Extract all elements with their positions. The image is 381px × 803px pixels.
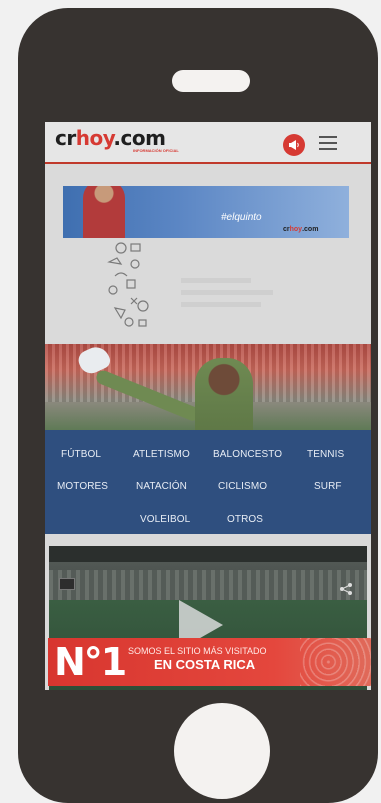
sports-nav: FÚTBOL ATLETISMO BALONCESTO TENNIS MOTOR… xyxy=(45,430,371,534)
ad-hashtag: #elquinto xyxy=(221,212,262,223)
stadium-roof xyxy=(49,546,367,562)
ad-brand-com: .com xyxy=(302,226,319,233)
ad-brand-cr: cr xyxy=(283,226,290,233)
ad-placeholder-line xyxy=(181,290,273,295)
ad-tagline: SOMOS EL SITIO MÁS VISITADO xyxy=(128,646,267,656)
sport-link-otros[interactable]: OTROS xyxy=(227,514,263,526)
sport-link-surf[interactable]: SURF xyxy=(314,481,342,493)
site-header: crhoy.com INFORMACIÓN OFICIAL xyxy=(45,122,371,164)
advertisement-area: #elquinto crhoy.com xyxy=(45,166,371,342)
ad-banner[interactable]: #elquinto crhoy.com xyxy=(63,186,349,238)
ad-brand-hoy: hoy xyxy=(289,226,303,233)
hero-player xyxy=(195,358,253,430)
doodle-illustration xyxy=(107,242,149,327)
logo-hoy: hoy xyxy=(75,126,114,150)
logo-tagline: INFORMACIÓN OFICIAL xyxy=(133,148,179,153)
hamburger-menu-icon[interactable] xyxy=(319,136,337,150)
ad-player-image xyxy=(83,186,125,238)
logo-cr: cr xyxy=(55,126,76,150)
logo-wordmark: crhoy.com xyxy=(55,126,205,150)
sport-link-ciclismo[interactable]: CICLISMO xyxy=(218,481,267,493)
sport-link-futbol[interactable]: FÚTBOL xyxy=(61,449,101,461)
sport-link-atletismo[interactable]: ATLETISMO xyxy=(133,449,190,461)
megaphone-icon xyxy=(289,140,299,150)
ad-placeholder-line xyxy=(181,278,251,283)
ad-rank: N°1 xyxy=(54,640,127,684)
ad-pattern xyxy=(300,638,371,686)
sport-link-motores[interactable]: MOTORES xyxy=(57,481,108,493)
bottom-ad-banner[interactable]: N°1 SOMOS EL SITIO MÁS VISITADO EN COSTA… xyxy=(48,638,371,686)
hero-photo[interactable] xyxy=(45,344,371,430)
ad-placeholder-line xyxy=(181,302,261,307)
sport-link-voleibol[interactable]: VOLEIBOL xyxy=(140,514,190,526)
sport-link-natacion[interactable]: NATACIÓN xyxy=(136,481,187,493)
stadium-stands xyxy=(49,570,367,600)
site-logo[interactable]: crhoy.com INFORMACIÓN OFICIAL xyxy=(55,126,205,160)
ad-brand-logo: crhoy.com xyxy=(283,226,318,233)
logo-com: .com xyxy=(113,126,166,150)
phone-home-button[interactable] xyxy=(174,703,270,799)
video-channel-badge xyxy=(59,578,75,590)
phone-screen: crhoy.com INFORMACIÓN OFICIAL #elquinto … xyxy=(45,122,371,690)
share-icon[interactable] xyxy=(339,582,353,596)
ad-country: EN COSTA RICA xyxy=(154,657,256,672)
notifications-button[interactable] xyxy=(283,134,305,156)
sport-link-baloncesto[interactable]: BALONCESTO xyxy=(213,449,282,461)
phone-speaker xyxy=(172,70,250,92)
sport-link-tennis[interactable]: TENNIS xyxy=(307,449,344,461)
